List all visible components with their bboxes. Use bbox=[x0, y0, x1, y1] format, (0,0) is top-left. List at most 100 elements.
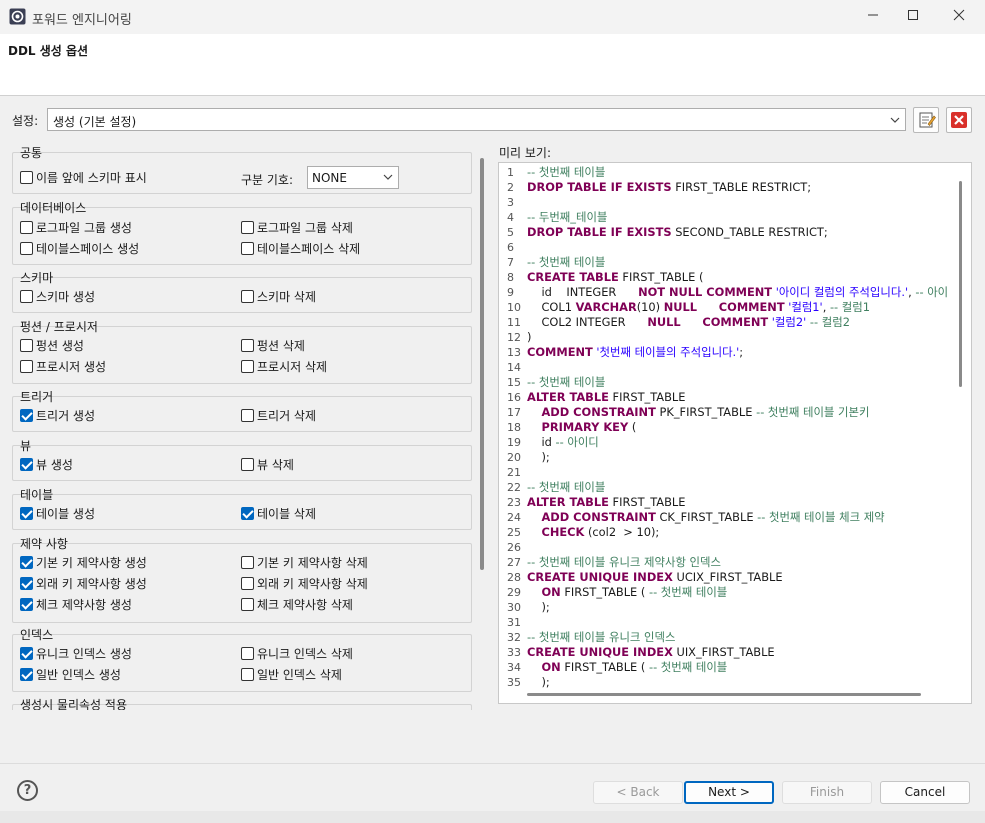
checkbox-option[interactable]: 스키마 삭제 bbox=[241, 288, 316, 304]
checkbox-box[interactable] bbox=[20, 555, 33, 569]
checkbox-box[interactable] bbox=[20, 170, 33, 184]
checkbox-box[interactable] bbox=[241, 241, 254, 255]
checkbox-option[interactable]: 일반 인덱스 생성 bbox=[20, 666, 121, 682]
back-button[interactable]: < Back bbox=[593, 781, 683, 804]
checkbox-option[interactable]: 스키마 생성 bbox=[20, 288, 95, 304]
checkbox-box[interactable] bbox=[241, 597, 254, 611]
options-scrollbar[interactable] bbox=[480, 158, 484, 570]
checkbox-box[interactable] bbox=[20, 506, 33, 520]
checkbox-option[interactable]: 기본 키 제약사항 생성 bbox=[20, 554, 147, 570]
delete-setting-button[interactable] bbox=[946, 107, 972, 133]
group-title: 펑션 / 프로시저 bbox=[20, 320, 98, 334]
group-database: 데이터베이스 로그파일 그룹 생성 로그파일 그룹 삭제 테이블스페이스 생성 … bbox=[12, 199, 472, 265]
code-text: id INTEGER NOT NULL COMMENT '아이디 컬럼의 주석입… bbox=[527, 285, 949, 299]
checkbox-box[interactable] bbox=[241, 220, 254, 234]
checkbox-option[interactable]: 트리거 삭제 bbox=[241, 407, 316, 423]
group-title: 인덱스 bbox=[20, 628, 54, 642]
preview-vertical-scrollbar[interactable] bbox=[959, 181, 962, 387]
group-view: 뷰 뷰 생성 뷰 삭제 bbox=[12, 437, 472, 481]
cancel-button[interactable]: Cancel bbox=[880, 781, 970, 804]
checkbox-option[interactable]: 펑션 생성 bbox=[20, 337, 84, 353]
separator-select[interactable]: NONE bbox=[307, 166, 399, 189]
help-button[interactable]: ? bbox=[17, 780, 38, 801]
setting-row: 설정: 생성 (기본 설정) bbox=[0, 106, 985, 134]
checkbox-box[interactable] bbox=[241, 646, 254, 660]
checkbox-box[interactable] bbox=[20, 667, 33, 681]
code-text: PRIMARY KEY ( bbox=[541, 420, 637, 434]
checkbox-option[interactable]: 테이블 생성 bbox=[20, 505, 95, 521]
code-text: -- 두번째_테이블 bbox=[527, 210, 608, 224]
edit-setting-button[interactable] bbox=[913, 107, 939, 133]
checkbox-box[interactable] bbox=[241, 576, 254, 590]
finish-button[interactable]: Finish bbox=[782, 781, 872, 804]
checkbox-option[interactable]: 외래 키 제약사항 삭제 bbox=[241, 575, 368, 591]
code-text: CREATE UNIQUE INDEX UCIX_FIRST_TABLE bbox=[527, 570, 783, 584]
line-number: 26 bbox=[507, 541, 521, 554]
checkbox-option[interactable]: 뷰 삭제 bbox=[241, 456, 294, 472]
code-text: ); bbox=[527, 675, 550, 689]
checkbox-box[interactable] bbox=[20, 289, 33, 303]
checkbox-box[interactable] bbox=[20, 359, 33, 373]
line-number: 5 bbox=[507, 226, 514, 239]
checkbox-option[interactable]: 테이블스페이스 삭제 bbox=[241, 240, 360, 256]
checkbox-box[interactable] bbox=[241, 457, 254, 471]
code-text: COL1 VARCHAR(10) NULL COMMENT '컬럼1', -- … bbox=[527, 300, 870, 314]
checkbox-option[interactable]: 로그파일 그룹 생성 bbox=[20, 219, 132, 235]
line-number: 34 bbox=[507, 661, 521, 674]
maximize-button[interactable] bbox=[893, 4, 933, 30]
checkbox-option[interactable]: 유니크 인덱스 삭제 bbox=[241, 645, 353, 661]
checkbox-show-schema[interactable]: 이름 앞에 스키마 표시 bbox=[20, 169, 147, 185]
checkbox-option[interactable]: 유니크 인덱스 생성 bbox=[20, 645, 132, 661]
checkbox-option[interactable]: 일반 인덱스 삭제 bbox=[241, 666, 342, 682]
setting-select[interactable]: 생성 (기본 설정) bbox=[47, 108, 906, 131]
line-number: 30 bbox=[507, 601, 521, 614]
line-number: 11 bbox=[507, 316, 521, 329]
checkbox-option[interactable]: 외래 키 제약사항 생성 bbox=[20, 575, 147, 591]
checkbox-box[interactable] bbox=[20, 457, 33, 471]
minimize-button[interactable] bbox=[853, 4, 893, 30]
preview-editor[interactable]: 1 -- 첫번째 테이블 2 DROP TABLE IF EXISTS FIRST_T… bbox=[498, 162, 972, 704]
checkbox-option[interactable]: 펑션 삭제 bbox=[241, 337, 305, 353]
code-text: ADD CONSTRAINT PK_FIRST_TABLE -- 첫번째 테이블… bbox=[541, 405, 870, 419]
line-number: 21 bbox=[507, 466, 521, 479]
checkbox-box[interactable] bbox=[241, 338, 254, 352]
group-title: 트리거 bbox=[20, 390, 54, 404]
line-number: 35 bbox=[507, 676, 521, 689]
checkbox-box[interactable] bbox=[20, 408, 33, 422]
checkbox-option[interactable]: 프로시저 생성 bbox=[20, 358, 106, 374]
checkbox-option[interactable]: 테이블스페이스 생성 bbox=[20, 240, 139, 256]
group-table: 테이블 테이블 생성 테이블 삭제 bbox=[12, 486, 472, 530]
checkbox-option[interactable]: 뷰 생성 bbox=[20, 456, 73, 472]
checkbox-option[interactable]: 기본 키 제약사항 삭제 bbox=[241, 554, 368, 570]
checkbox-box[interactable] bbox=[241, 555, 254, 569]
preview-horizontal-scrollbar[interactable] bbox=[527, 693, 921, 696]
group-physical: 생성시 물리속성 적용 bbox=[12, 696, 472, 710]
checkbox-option[interactable]: 트리거 생성 bbox=[20, 407, 95, 423]
checkbox-box[interactable] bbox=[20, 597, 33, 611]
next-button[interactable]: Next > bbox=[684, 781, 774, 804]
checkbox-box[interactable] bbox=[20, 576, 33, 590]
checkbox-box[interactable] bbox=[241, 359, 254, 373]
checkbox-option[interactable]: 체크 제약사항 삭제 bbox=[241, 596, 353, 612]
checkbox-option[interactable]: 테이블 삭제 bbox=[241, 505, 316, 521]
checkbox-box[interactable] bbox=[241, 289, 254, 303]
checkbox-box[interactable] bbox=[20, 220, 33, 234]
checkbox-option[interactable]: 체크 제약사항 생성 bbox=[20, 596, 132, 612]
line-number: 6 bbox=[507, 241, 514, 254]
checkbox-box[interactable] bbox=[20, 241, 33, 255]
code-text: ); bbox=[527, 450, 550, 464]
line-number: 14 bbox=[507, 361, 521, 374]
checkbox-box[interactable] bbox=[20, 338, 33, 352]
checkbox-box[interactable] bbox=[241, 506, 254, 520]
code-text: ); bbox=[527, 600, 550, 614]
checkbox-box[interactable] bbox=[20, 646, 33, 660]
help-icon: ? bbox=[23, 783, 32, 798]
code-text: DROP TABLE IF EXISTS FIRST_TABLE RESTRIC… bbox=[527, 180, 812, 194]
checkbox-box[interactable] bbox=[241, 408, 254, 422]
checkbox-box[interactable] bbox=[241, 667, 254, 681]
checkbox-option[interactable]: 로그파일 그룹 삭제 bbox=[241, 219, 353, 235]
line-number: 15 bbox=[507, 376, 521, 389]
close-button[interactable] bbox=[939, 4, 979, 30]
checkbox-option[interactable]: 프로시저 삭제 bbox=[241, 358, 327, 374]
code-text: id -- 아이디 bbox=[527, 435, 599, 449]
